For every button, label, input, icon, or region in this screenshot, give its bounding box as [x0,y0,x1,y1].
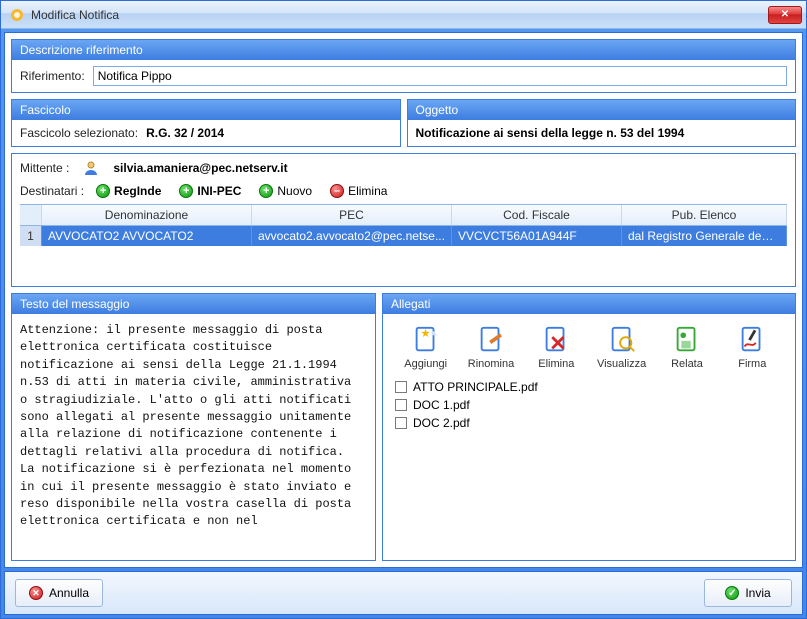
attachment-name: DOC 1.pdf [413,398,470,412]
fascicolo-label: Fascicolo selezionato: [20,126,138,140]
elimina-label: Elimina [348,184,387,198]
elimina-recipient-button[interactable]: – Elimina [324,182,393,200]
oggetto-value: Notificazione ai sensi della legge n. 53… [416,126,685,140]
sender-label: Mittente : [20,161,69,175]
grid-col-pec[interactable]: PEC [252,205,452,225]
checkbox-icon[interactable] [395,399,407,411]
oggetto-panel: Oggetto Notificazione ai sensi della leg… [407,99,797,147]
rinomina-button[interactable]: Rinomina [461,324,521,370]
delete-doc-icon [541,324,571,354]
oggetto-panel-title: Oggetto [408,100,796,120]
list-item[interactable]: DOC 2.pdf [395,414,783,432]
reginde-button[interactable]: + RegInde [90,182,167,200]
row-codfisc: VVCVCT56A01A944F [452,226,622,246]
row-num: 1 [20,226,42,246]
aggiungi-button[interactable]: ★ Aggiungi [396,324,456,370]
reference-label: Riferimento: [20,69,85,83]
app-icon [9,7,25,23]
reference-input[interactable] [93,66,787,86]
nuovo-button[interactable]: + Nuovo [253,182,318,200]
recipients-panel: Mittente : silvia.amaniera@pec.netserv.i… [11,153,796,287]
attachment-name: DOC 2.pdf [413,416,470,430]
recipients-label: Destinatari : [20,184,84,198]
checkbox-icon[interactable] [395,417,407,429]
attachments-panel: Allegati ★ Aggiungi Rinomina [382,293,796,561]
grid-header: Denominazione PEC Cod. Fiscale Pub. Elen… [20,205,787,226]
user-icon [83,160,99,176]
message-panel: Testo del messaggio Attenzione: il prese… [11,293,376,561]
visualizza-button[interactable]: Visualizza [592,324,652,370]
visualizza-label: Visualizza [597,358,646,370]
inipec-label: INI-PEC [197,184,241,198]
titlebar: Modifica Notifica ✕ [1,1,806,29]
relata-button[interactable]: Relata [657,324,717,370]
ok-icon: ✓ [725,586,739,600]
grid-col-pubelenco[interactable]: Pub. Elenco [622,205,787,225]
grid-col-num [20,205,42,225]
fascicolo-panel: Fascicolo Fascicolo selezionato: R.G. 32… [11,99,401,147]
reference-panel: Descrizione riferimento Riferimento: [11,39,796,93]
message-panel-title: Testo del messaggio [12,294,375,314]
send-label: Invia [745,586,770,600]
list-item[interactable]: DOC 1.pdf [395,396,783,414]
rename-doc-icon [476,324,506,354]
svg-text:★: ★ [420,328,430,340]
add-doc-icon: ★ [411,324,441,354]
grid-col-codfisc[interactable]: Cod. Fiscale [452,205,622,225]
nuovo-label: Nuovo [277,184,312,198]
relata-icon [672,324,702,354]
row-pubelenco: dal Registro Generale degli Indiriz... [622,226,787,246]
footer-bar: ✕ Annulla ✓ Invia [4,571,803,615]
view-doc-icon [607,324,637,354]
attachments-toolbar: ★ Aggiungi Rinomina Elimina [391,320,787,378]
message-textarea[interactable]: Attenzione: il presente messaggio di pos… [20,320,367,554]
sender-email: silvia.amaniera@pec.netserv.it [113,161,287,175]
close-button[interactable]: ✕ [768,6,802,24]
attachment-name: ATTO PRINCIPALE.pdf [413,380,538,394]
list-item[interactable]: ATTO PRINCIPALE.pdf [395,378,783,396]
attachments-panel-title: Allegati [383,294,795,314]
fascicolo-panel-title: Fascicolo [12,100,400,120]
send-button[interactable]: ✓ Invia [704,579,792,607]
grid-col-denominazione[interactable]: Denominazione [42,205,252,225]
window-title: Modifica Notifica [31,8,768,22]
inipec-button[interactable]: + INI-PEC [173,182,247,200]
firma-button[interactable]: Firma [722,324,782,370]
cancel-icon: ✕ [29,586,43,600]
relata-label: Relata [671,358,703,370]
elimina-attach-button[interactable]: Elimina [526,324,586,370]
recipients-grid: Denominazione PEC Cod. Fiscale Pub. Elen… [20,204,787,286]
sign-doc-icon [737,324,767,354]
plus-icon: + [96,184,110,198]
fascicolo-value: R.G. 32 / 2014 [146,126,224,140]
firma-label: Firma [738,358,766,370]
cancel-label: Annulla [49,586,89,600]
elimina-attach-label: Elimina [538,358,574,370]
aggiungi-label: Aggiungi [404,358,447,370]
rinomina-label: Rinomina [468,358,514,370]
attachments-list: ATTO PRINCIPALE.pdf DOC 1.pdf DOC 2.pdf [391,378,787,432]
reference-panel-title: Descrizione riferimento [12,40,795,60]
plus-icon: + [259,184,273,198]
dialog-window: Modifica Notifica ✕ Descrizione riferime… [0,0,807,619]
plus-icon: + [179,184,193,198]
row-denominazione: AVVOCATO2 AVVOCATO2 [42,226,252,246]
reginde-label: RegInde [114,184,161,198]
table-row[interactable]: 1 AVVOCATO2 AVVOCATO2 avvocato2.avvocato… [20,226,787,246]
checkbox-icon[interactable] [395,381,407,393]
row-pec: avvocato2.avvocato2@pec.netse... [252,226,452,246]
content-area: Descrizione riferimento Riferimento: Fas… [4,32,803,568]
grid-body: 1 AVVOCATO2 AVVOCATO2 avvocato2.avvocato… [20,226,787,286]
cancel-button[interactable]: ✕ Annulla [15,579,103,607]
minus-icon: – [330,184,344,198]
